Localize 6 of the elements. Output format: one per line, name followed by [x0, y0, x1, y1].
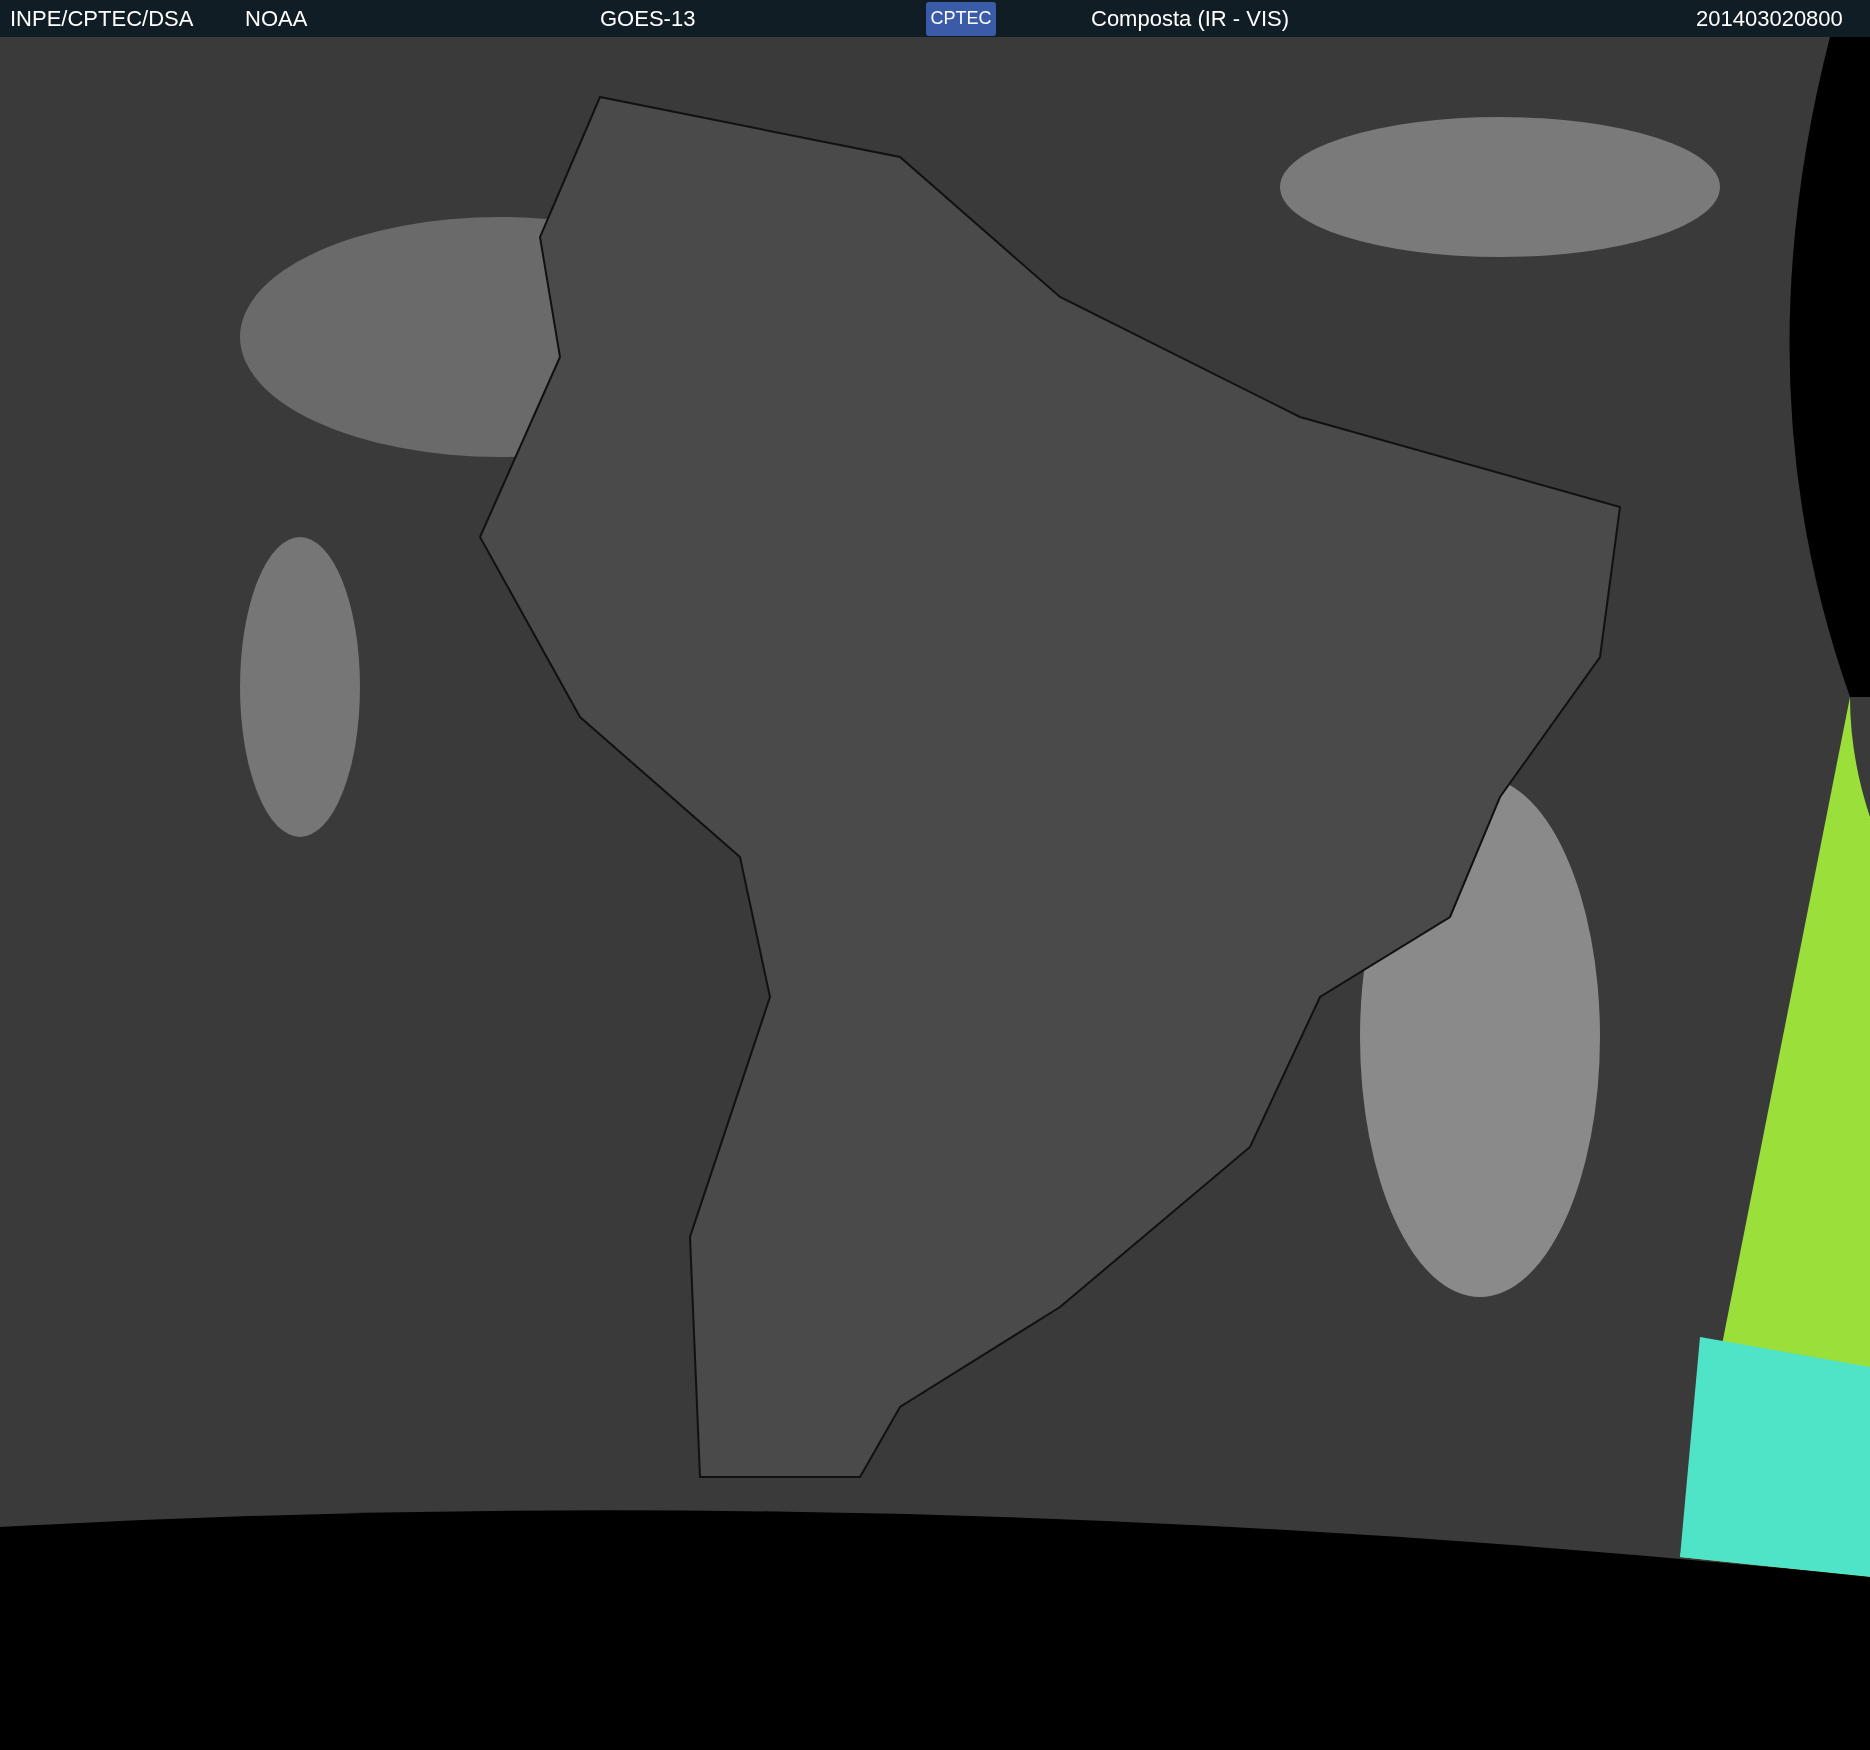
product-label: Composta (IR - VIS)	[1091, 5, 1291, 32]
institution-label: INPE/CPTEC/DSA	[10, 5, 195, 32]
agency-label: NOAA	[245, 5, 309, 32]
timestamp-label: 201403020800	[1696, 5, 1843, 32]
logo: CPTEC	[926, 1, 996, 36]
satellite-label: GOES-13	[600, 5, 697, 32]
